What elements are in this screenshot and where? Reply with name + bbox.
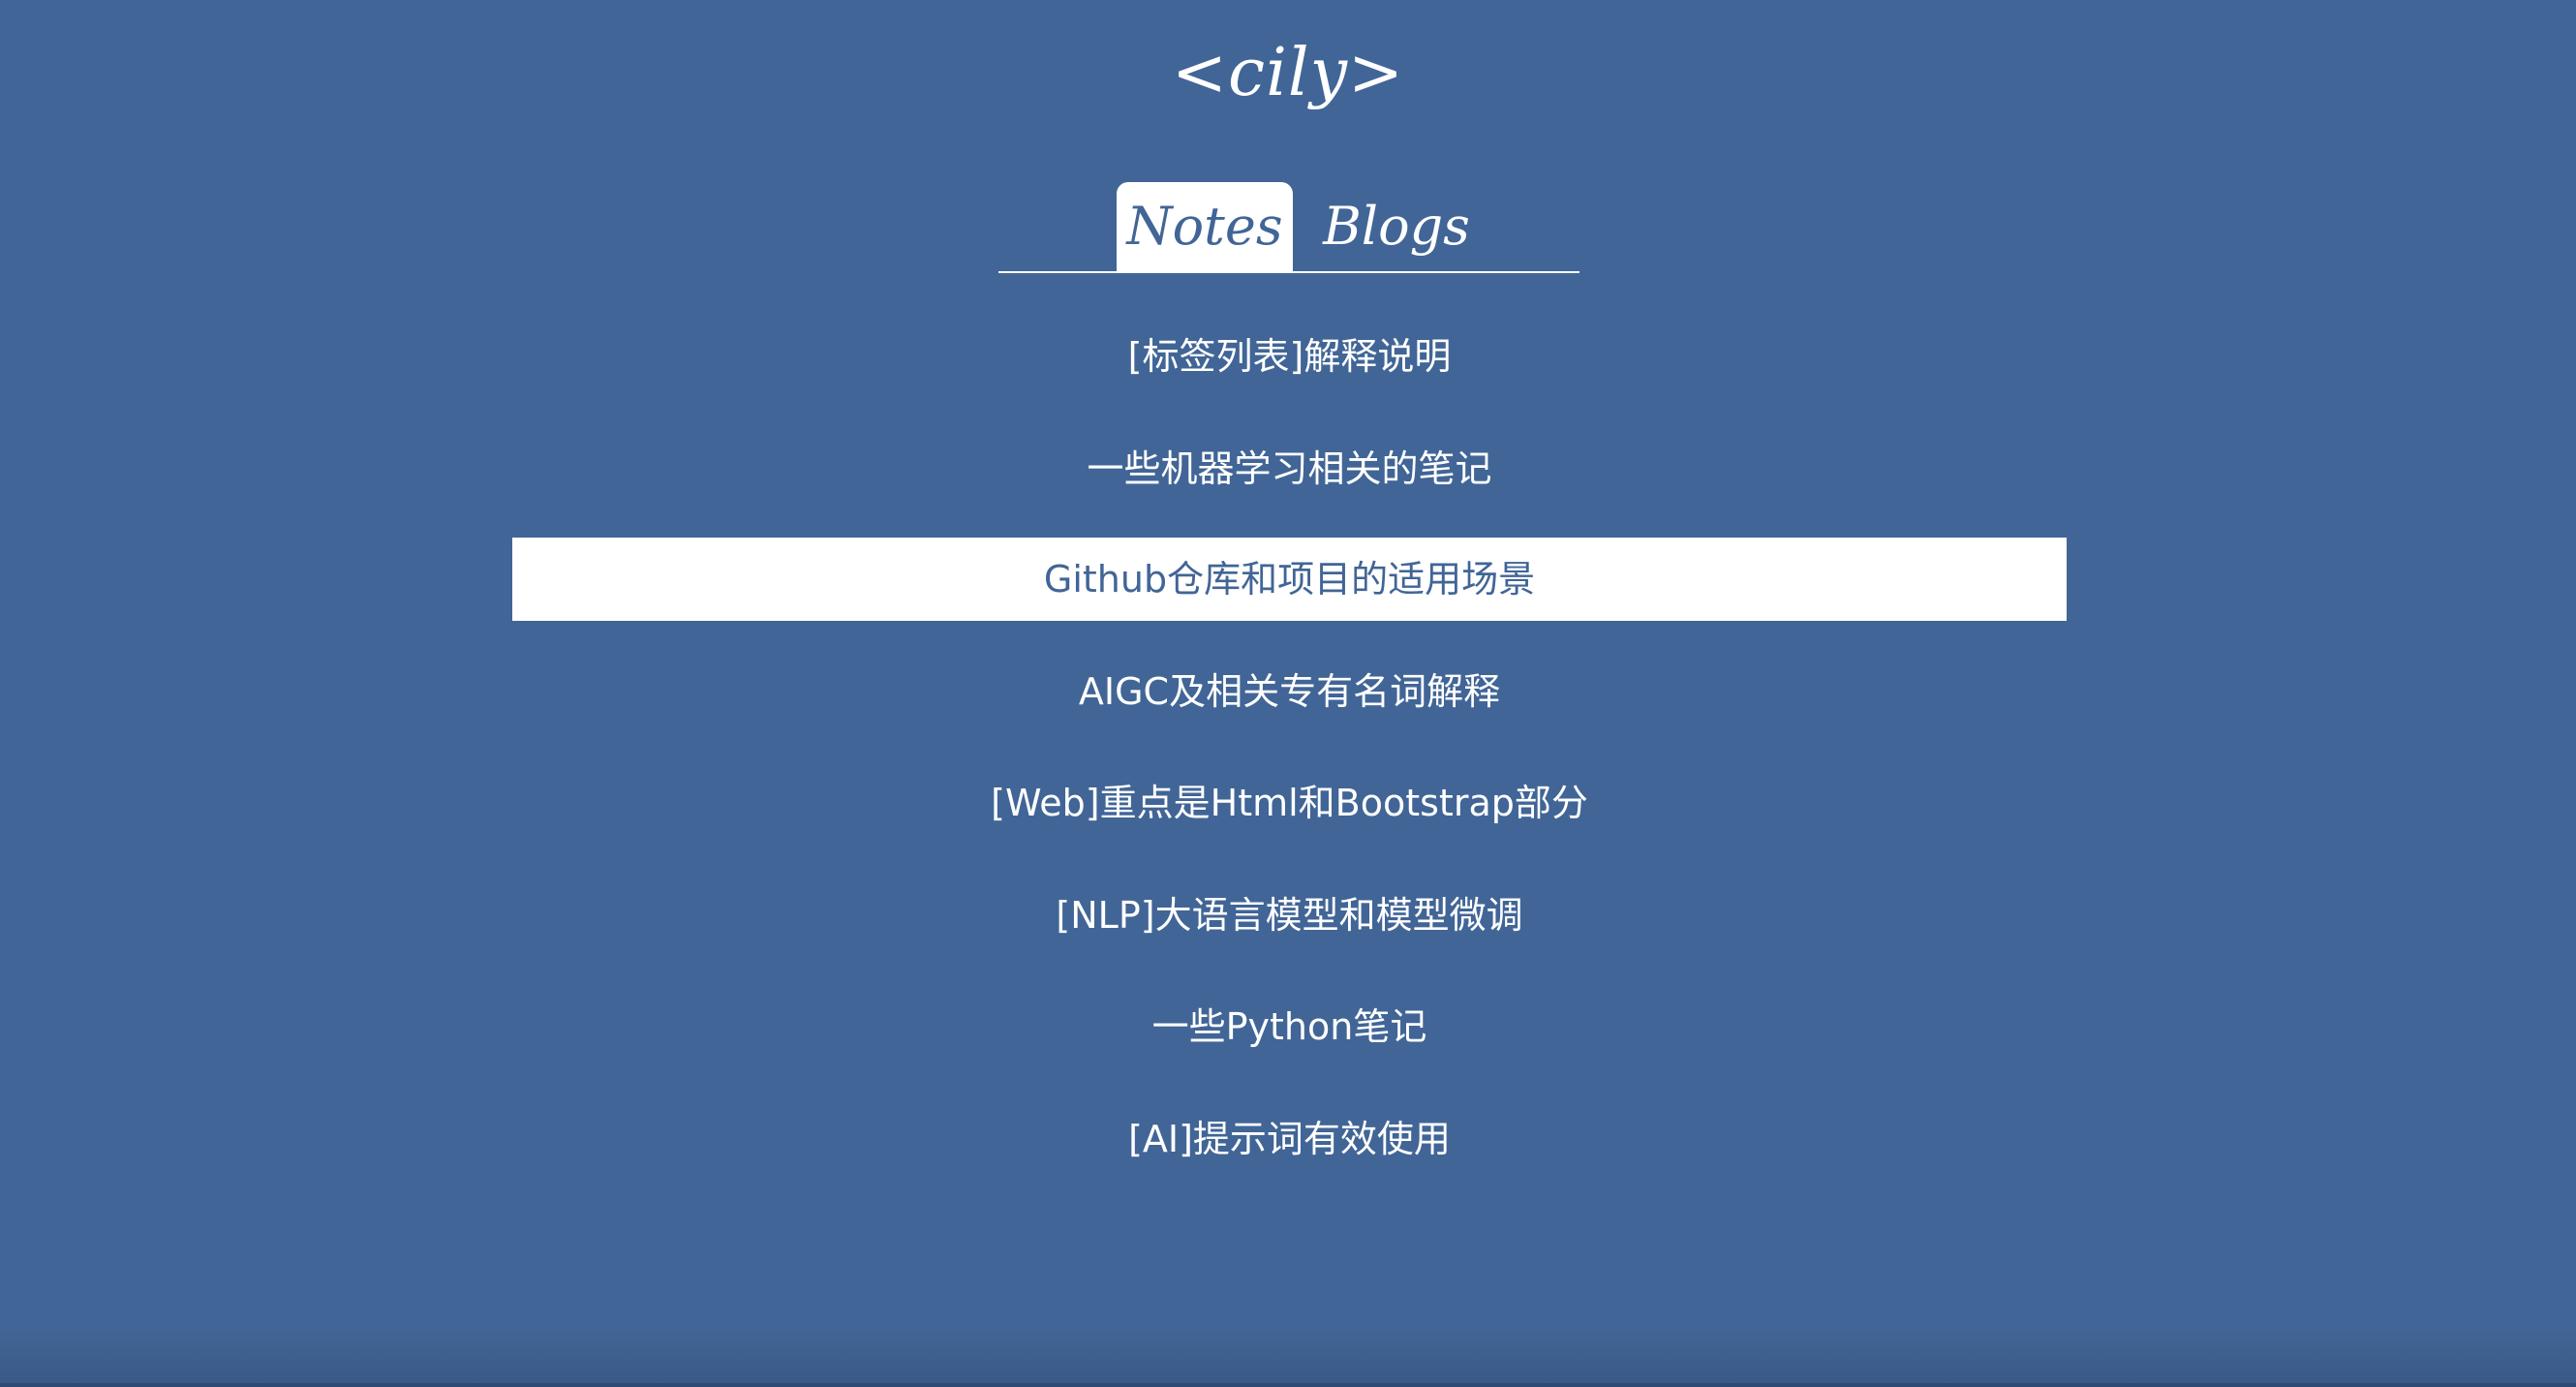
- note-item-ai-prompt[interactable]: [AI]提示词有效使用: [512, 1097, 2067, 1181]
- bottom-edge: [0, 1383, 2576, 1387]
- note-item-github[interactable]: Github仓库和项目的适用场景: [512, 538, 2067, 621]
- page: <cily> Notes Blogs [标签列表]解释说明 一些机器学习相关的笔…: [0, 0, 2576, 1387]
- bottom-shadow: [0, 1329, 2576, 1387]
- notes-list: [标签列表]解释说明 一些机器学习相关的笔记 Github仓库和项目的适用场景 …: [0, 0, 2576, 1387]
- note-item-web[interactable]: [Web]重点是Html和Bootstrap部分: [512, 761, 2067, 845]
- note-item-python[interactable]: 一些Python笔记: [512, 985, 2067, 1068]
- note-item-nlp[interactable]: [NLP]大语言模型和模型微调: [512, 874, 2067, 957]
- note-item-tag-list[interactable]: [标签列表]解释说明: [512, 315, 2067, 398]
- note-item-ml-notes[interactable]: 一些机器学习相关的笔记: [512, 427, 2067, 510]
- note-item-aigc[interactable]: AIGC及相关专有名词解释: [512, 650, 2067, 733]
